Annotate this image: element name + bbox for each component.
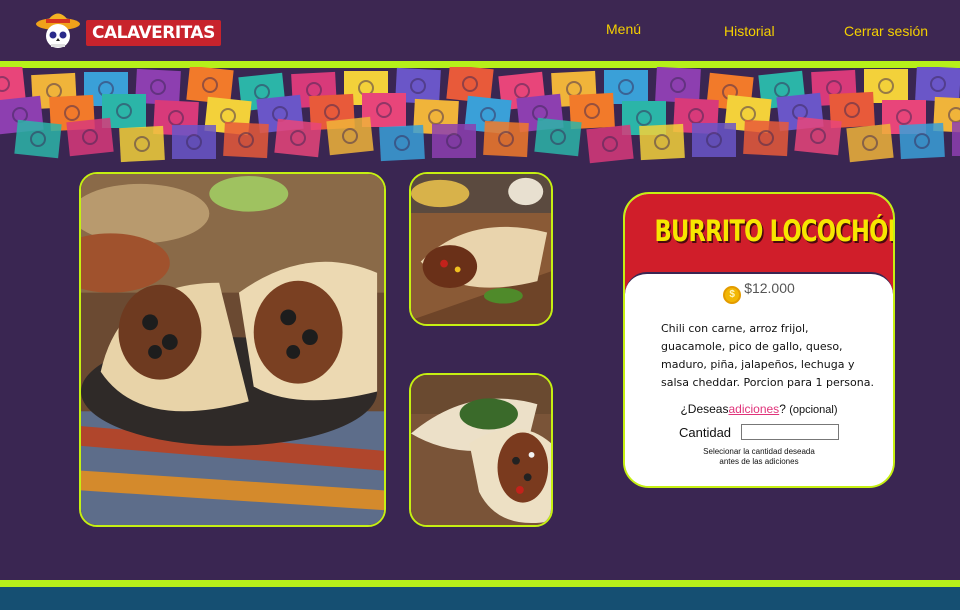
papel-picado-flag [794, 116, 842, 156]
quantity-label: Cantidad [679, 425, 732, 440]
addons-link[interactable]: adiciones [728, 402, 779, 416]
burrito-image-main [81, 174, 384, 525]
nav-menu-link[interactable]: Menú [606, 21, 641, 37]
papel-picado-decoration [0, 67, 960, 164]
price-row: $ $12.000 [625, 280, 893, 304]
papel-picado-flag [483, 120, 529, 158]
papel-picado-flag [223, 121, 269, 159]
burrito-photo-top [409, 172, 553, 326]
addons-optional-label: (opcional) [789, 404, 838, 416]
burrito-image-top [411, 174, 551, 324]
papel-picado-flag [274, 118, 322, 158]
brand-logo[interactable]: CALAVERITAS [36, 4, 221, 48]
quantity-note-line2: antes de las adiciones [719, 457, 799, 466]
papel-picado-flag [66, 117, 114, 157]
burrito-image-bottom [411, 375, 551, 525]
papel-picado-flag [119, 125, 165, 163]
papel-picado-flag [326, 116, 374, 156]
sugar-skull-sombrero-icon [36, 13, 80, 48]
papel-picado-flag [172, 125, 216, 159]
burrito-photo-bottom [409, 373, 553, 527]
burrito-photo-main [79, 172, 386, 527]
product-description: Chili con carne, arroz frijol, guacamole… [661, 322, 874, 389]
quantity-note: Selecionar la cantidad deseada antes de … [625, 447, 893, 467]
top-navbar: CALAVERITAS Menú Historial Cerrar sesión [0, 0, 960, 62]
product-title: BURRITO LOCOCHÓN [654, 214, 895, 248]
papel-picado-flag [743, 119, 789, 157]
papel-picado-flag [899, 122, 945, 160]
nav-historial-link[interactable]: Historial [724, 23, 775, 39]
quantity-input[interactable] [741, 424, 839, 440]
papel-picado-banner [0, 67, 960, 167]
papel-picado-flag [432, 124, 476, 158]
quantity-note-line1: Selecionar la cantidad deseada [703, 447, 815, 456]
addons-prefix: ¿Deseas [680, 402, 729, 416]
papel-picado-flag [586, 124, 634, 164]
footer-bar [0, 587, 960, 610]
papel-picado-flag [915, 67, 960, 103]
papel-picado-flag [846, 123, 894, 163]
brand-name: CALAVERITAS [86, 20, 221, 46]
papel-picado-flag [379, 124, 425, 162]
coin-icon: $ [723, 286, 742, 304]
nav-logout-link[interactable]: Cerrar sesión [844, 23, 928, 39]
papel-picado-flag [655, 67, 701, 104]
addons-row: ¿Deseasadiciones? (opcional) [625, 402, 893, 416]
papel-picado-flag [692, 123, 736, 157]
papel-picado-flag [534, 117, 582, 157]
addons-suffix: ? [779, 402, 786, 416]
footer-divider [0, 580, 960, 587]
product-price: $12.000 [744, 280, 795, 296]
papel-picado-flag [14, 119, 62, 159]
papel-picado-flag [952, 122, 960, 156]
product-card: BURRITO LOCOCHÓN $ $12.000 Chili con carn… [623, 192, 895, 488]
papel-picado-flag [639, 123, 685, 161]
